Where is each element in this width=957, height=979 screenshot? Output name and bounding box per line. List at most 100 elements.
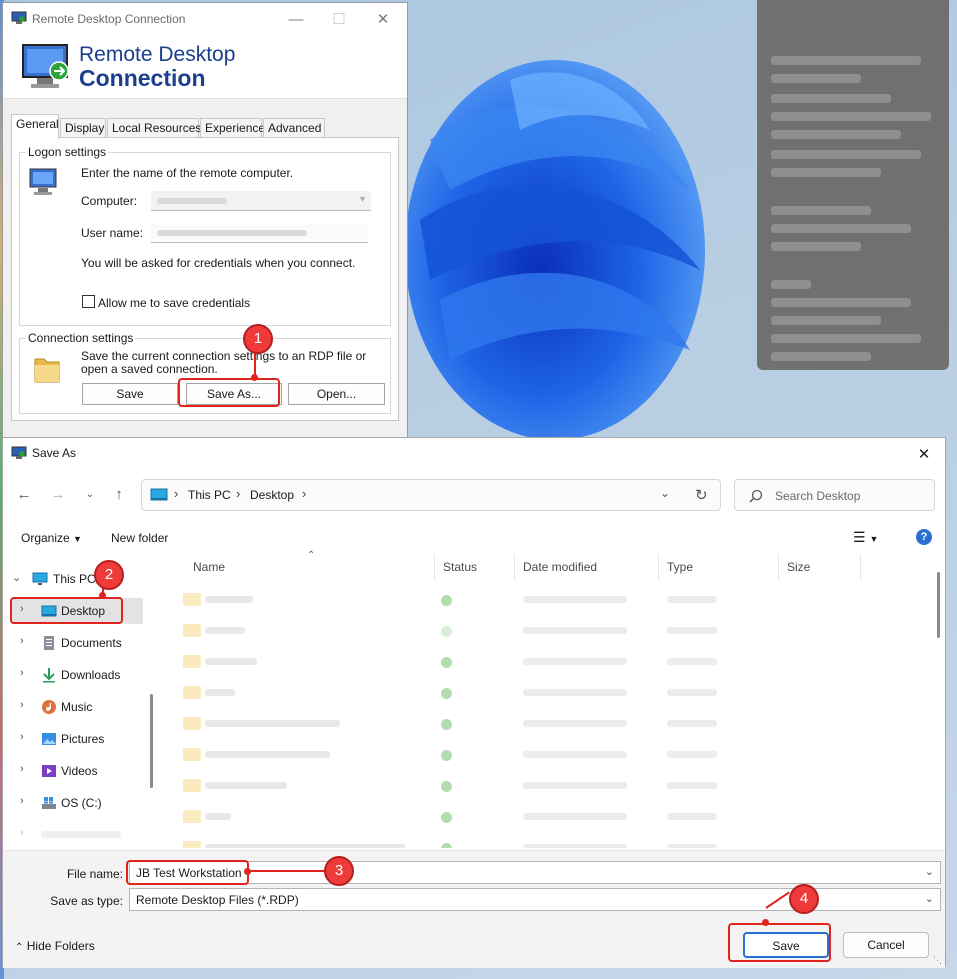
column-size[interactable]: Size <box>779 554 861 580</box>
navigation-scrollbar[interactable] <box>150 694 153 788</box>
tab-local-resources[interactable]: Local Resources <box>107 118 201 138</box>
breadcrumb-this-pc[interactable]: This PC <box>188 488 231 502</box>
navigation-bar: ← → ⌄ ↑ › This PC › Desktop › ⌄ ↻ Search… <box>3 474 945 514</box>
view-options-button[interactable]: ☰ ▼ <box>853 529 878 546</box>
save-as-titlebar[interactable]: Save As ✕ <box>3 438 945 468</box>
monitor-icon <box>32 572 48 585</box>
minimize-button[interactable]: — <box>273 3 319 35</box>
allow-save-credentials-label: Allow me to save credentials <box>98 296 251 310</box>
save-button-highlight <box>728 923 831 962</box>
callout-4: 4 <box>789 884 819 914</box>
organize-button[interactable]: Organize ▼ <box>21 531 82 545</box>
dialog-cancel-button[interactable]: Cancel <box>843 932 929 958</box>
music-icon <box>42 700 56 714</box>
sidebar-item-label: OS (C:) <box>61 796 102 810</box>
logon-settings-legend: Logon settings <box>26 145 109 159</box>
banner-title-line2: Connection <box>79 65 206 91</box>
list-item[interactable] <box>177 584 937 615</box>
recent-locations-button[interactable]: ⌄ <box>79 484 101 506</box>
tab-advanced[interactable]: Advanced <box>263 118 325 138</box>
allow-save-credentials-checkbox[interactable] <box>82 295 95 308</box>
resize-grip-icon[interactable]: ⋱ <box>933 955 942 966</box>
forward-button: → <box>47 484 69 506</box>
up-button[interactable]: ↑ <box>108 484 130 506</box>
sidebar-item-downloads[interactable]: › Downloads <box>3 662 143 688</box>
download-icon <box>43 668 55 683</box>
list-item[interactable] <box>177 708 937 739</box>
desktop-highlight <box>10 597 123 624</box>
column-date-modified[interactable]: Date modified <box>515 554 659 580</box>
connection-settings-legend: Connection settings <box>26 331 136 345</box>
save-as-title: Save As <box>32 446 77 460</box>
remote-monitor-icon <box>22 44 69 88</box>
chevron-right-icon: › <box>20 699 24 711</box>
sidebar-item-network-drive[interactable]: › <box>3 822 143 848</box>
minimize-icon: — <box>288 10 304 28</box>
chevron-down-icon[interactable]: ⌄ <box>925 865 934 878</box>
file-list-scrollbar[interactable] <box>937 572 940 638</box>
refresh-icon[interactable]: ↻ <box>695 486 708 504</box>
list-item[interactable] <box>177 646 937 677</box>
dialog-close-button[interactable]: ✕ <box>901 438 947 470</box>
list-item[interactable] <box>177 677 937 708</box>
command-bar: Organize ▼ New folder ☰ ▼ ? <box>3 524 945 554</box>
search-box[interactable]: Search Desktop <box>734 479 935 511</box>
computer-combobox[interactable]: ▾ <box>151 191 371 211</box>
list-item[interactable] <box>177 801 937 832</box>
save-as-type-label: Save as type: <box>50 894 123 908</box>
videos-icon <box>42 765 56 777</box>
callout-4-dot <box>762 919 769 926</box>
remote-desktop-window: Remote Desktop Connection — ☐ ✕ Remote D… <box>2 2 408 438</box>
sidebar-item-label: Videos <box>61 764 98 778</box>
breadcrumb-separator-icon: › <box>174 486 179 501</box>
tab-general[interactable]: General <box>11 114 59 139</box>
organize-label: Organize <box>21 531 70 545</box>
hide-folders-button[interactable]: ⌃ Hide Folders <box>15 939 95 953</box>
save-as-highlight <box>178 378 280 407</box>
callout-1-dot <box>251 374 258 381</box>
banner-title-line1: Remote Desktop <box>79 43 236 66</box>
open-button[interactable]: Open... <box>288 383 385 405</box>
desktop-location-icon <box>150 488 168 501</box>
list-item[interactable] <box>177 615 937 646</box>
column-type[interactable]: Type <box>659 554 779 580</box>
address-bar[interactable]: › This PC › Desktop › ⌄ ↻ <box>141 479 721 511</box>
maximize-icon: ☐ <box>332 11 346 28</box>
list-item[interactable] <box>177 770 937 801</box>
chevron-right-icon: › <box>20 763 24 775</box>
chevron-down-icon: ▼ <box>869 534 879 544</box>
new-folder-button[interactable]: New folder <box>111 531 168 545</box>
breadcrumb-desktop[interactable]: Desktop <box>250 488 294 502</box>
logon-instruction: Enter the name of the remote computer. <box>81 166 294 180</box>
rdp-titlebar[interactable]: Remote Desktop Connection — ☐ ✕ <box>3 3 407 35</box>
save-as-type-value: Remote Desktop Files (*.RDP) <box>136 893 299 907</box>
address-dropdown-icon[interactable]: ⌄ <box>660 486 670 500</box>
user-name-label: User name: <box>81 226 144 240</box>
sidebar-item-documents[interactable]: › Documents <box>3 630 143 656</box>
callout-2-dot <box>99 592 106 599</box>
sidebar-item-music[interactable]: › Music <box>3 694 143 720</box>
search-placeholder: Search Desktop <box>775 489 861 503</box>
column-name[interactable]: Name <box>185 554 435 580</box>
list-item[interactable] <box>177 739 937 770</box>
sidebar-item-pictures[interactable]: › Pictures <box>3 726 143 752</box>
close-icon: ✕ <box>917 446 931 463</box>
back-button[interactable]: ← <box>13 484 35 506</box>
drive-icon <box>42 797 56 809</box>
user-name-field[interactable] <box>151 223 368 243</box>
column-status[interactable]: Status <box>435 554 515 580</box>
chevron-down-icon: ▼ <box>73 534 82 544</box>
tab-experience[interactable]: Experience <box>200 118 265 138</box>
sidebar-item-videos[interactable]: › Videos <box>3 758 143 784</box>
rdp-app-icon <box>11 446 27 459</box>
help-icon[interactable]: ? <box>916 529 932 545</box>
sidebar-item-os-drive[interactable]: › OS (C:) <box>3 790 143 816</box>
list-item[interactable] <box>177 832 937 848</box>
save-as-type-select[interactable]: Remote Desktop Files (*.RDP) ⌄ <box>129 888 941 911</box>
computer-label: Computer: <box>81 194 138 208</box>
save-button[interactable]: Save <box>82 383 178 405</box>
tab-display[interactable]: Display <box>60 118 106 138</box>
close-button[interactable]: ✕ <box>360 3 406 35</box>
hide-folders-label: Hide Folders <box>26 939 95 953</box>
chevron-down-icon[interactable]: ⌄ <box>925 892 934 905</box>
